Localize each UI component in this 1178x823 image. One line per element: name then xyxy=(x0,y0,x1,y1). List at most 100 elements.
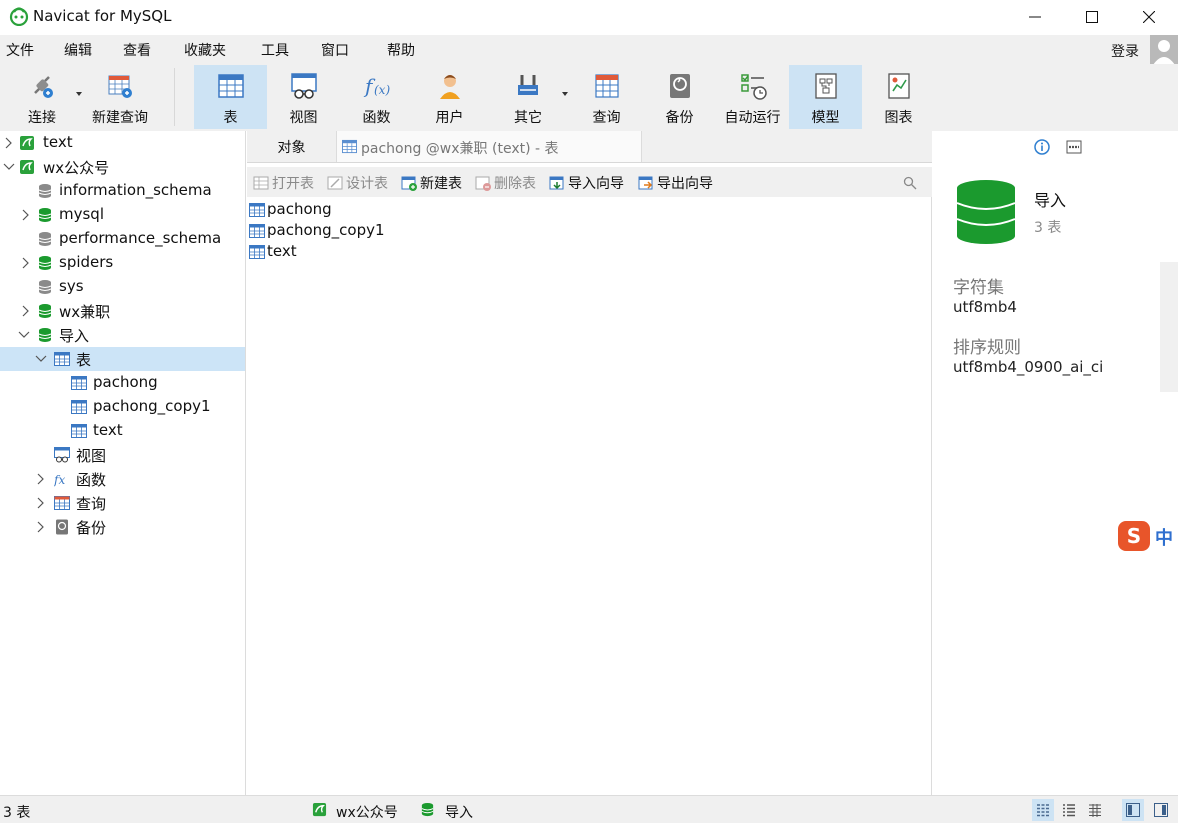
info-table-count: 3 表 xyxy=(1034,220,1062,236)
database-green-icon xyxy=(38,304,52,318)
charset-value: utf8mb4 xyxy=(953,298,1017,316)
tree-db-information-schema[interactable]: information_schema xyxy=(0,179,245,203)
chevron-right-icon[interactable] xyxy=(34,472,48,486)
tree-node-functions[interactable]: fx 函数 xyxy=(0,467,245,491)
login-link[interactable]: 登录 xyxy=(1111,41,1139,61)
other-dropdown-caret[interactable] xyxy=(562,92,568,96)
toggle-info-pane-button[interactable] xyxy=(1150,799,1172,821)
view-button[interactable]: 视图 xyxy=(267,65,340,129)
title-bar: Navicat for MySQL xyxy=(0,0,1178,33)
tree-db-sys[interactable]: sys xyxy=(0,275,245,299)
tree-table-text[interactable]: text xyxy=(0,419,245,443)
connect-button[interactable]: 连接 xyxy=(14,65,70,129)
function-button[interactable]: f (x) 函数 xyxy=(340,65,413,129)
tree-db-import[interactable]: 导入 xyxy=(0,323,245,347)
chevron-right-icon[interactable] xyxy=(19,208,33,222)
main-toolbar: 连接 新建查询 表 视图 f (x) 函数 用户 其它 查询 备份 自动运行 模… xyxy=(0,64,1178,131)
chevron-right-icon[interactable] xyxy=(34,520,48,534)
chevron-right-icon[interactable] xyxy=(19,304,33,318)
detail-view-button[interactable] xyxy=(1084,799,1106,821)
tree-connection-text[interactable]: text xyxy=(0,131,245,155)
info-icon[interactable] xyxy=(1034,139,1050,155)
tab-table-pachong[interactable]: pachong @wx兼职 (text) - 表 xyxy=(336,131,642,162)
query-icon xyxy=(54,496,70,510)
database-gray-icon xyxy=(38,280,52,294)
ime-indicator[interactable]: S 中 xyxy=(1117,519,1178,553)
menu-edit[interactable]: 编辑 xyxy=(64,40,92,60)
other-button[interactable]: 其它 xyxy=(496,65,560,129)
delete-table-icon xyxy=(475,176,491,191)
left-pane-icon xyxy=(1126,803,1140,817)
open-table-button[interactable]: 打开表 xyxy=(253,173,314,193)
model-button[interactable]: 模型 xyxy=(789,65,862,129)
menu-file[interactable]: 文件 xyxy=(6,40,34,60)
new-query-button[interactable]: 新建查询 xyxy=(86,65,154,129)
tree-node-queries[interactable]: 查询 xyxy=(0,491,245,515)
info-scrollbar[interactable] xyxy=(1160,262,1178,392)
design-table-label: 设计表 xyxy=(346,176,388,192)
close-icon xyxy=(1143,10,1155,23)
database-gray-icon xyxy=(38,184,52,198)
tree-node-views[interactable]: 视图 xyxy=(0,443,245,467)
chevron-down-icon[interactable] xyxy=(17,328,31,342)
tree-node-backups[interactable]: 备份 xyxy=(0,515,245,539)
table-label: 表 xyxy=(223,110,238,126)
open-table-label: 打开表 xyxy=(272,176,314,192)
user-label: 用户 xyxy=(435,110,464,126)
tree-node-tables[interactable]: 表 xyxy=(0,347,245,371)
chevron-down-icon[interactable] xyxy=(34,352,48,366)
new-table-button[interactable]: 新建表 xyxy=(401,173,462,193)
menu-window[interactable]: 窗口 xyxy=(321,40,349,60)
chart-label: 图表 xyxy=(884,110,913,126)
menu-help[interactable]: 帮助 xyxy=(387,40,415,60)
design-table-button[interactable]: 设计表 xyxy=(327,173,388,193)
tree-db-mysql[interactable]: mysql xyxy=(0,203,245,227)
chevron-down-icon[interactable] xyxy=(2,160,16,174)
list-view-button[interactable] xyxy=(1058,799,1080,821)
navigation-tree: text wx公众号 information_schema mysql perf… xyxy=(0,131,246,795)
database-green-icon xyxy=(421,802,434,817)
minimize-button[interactable] xyxy=(1006,0,1064,33)
tree-db-wx-jianzhi[interactable]: wx兼职 xyxy=(0,299,245,323)
tree-table-pachong[interactable]: pachong xyxy=(0,371,245,395)
menu-favorites[interactable]: 收藏夹 xyxy=(184,40,226,60)
import-wizard-button[interactable]: 导入向导 xyxy=(549,173,624,193)
export-wizard-label: 导出向导 xyxy=(657,176,713,192)
avatar[interactable] xyxy=(1150,35,1178,65)
search-icon[interactable] xyxy=(903,176,917,190)
tree-label: spiders xyxy=(59,253,114,271)
chevron-right-icon[interactable] xyxy=(34,496,48,510)
table-button[interactable]: 表 xyxy=(194,65,267,129)
tree-table-pachong-copy1[interactable]: pachong_copy1 xyxy=(0,395,245,419)
query-button[interactable]: 查询 xyxy=(570,65,643,129)
user-silhouette-icon xyxy=(1153,40,1175,65)
connect-label: 连接 xyxy=(28,110,56,126)
toggle-nav-pane-button[interactable] xyxy=(1122,799,1144,821)
grid-view-button[interactable] xyxy=(1032,799,1054,821)
ddl-icon[interactable] xyxy=(1066,139,1082,155)
table-icon xyxy=(71,376,87,390)
tab-objects[interactable]: 对象 xyxy=(247,131,336,162)
tree-connection-wx[interactable]: wx公众号 xyxy=(0,155,245,179)
backup-icon xyxy=(669,74,690,98)
user-button[interactable]: 用户 xyxy=(413,65,486,129)
connect-dropdown-caret[interactable] xyxy=(76,92,82,96)
chart-button[interactable]: 图表 xyxy=(862,65,935,129)
chart-icon xyxy=(887,73,910,99)
menu-view[interactable]: 查看 xyxy=(123,40,151,60)
chevron-right-icon[interactable] xyxy=(19,256,33,270)
tree-db-spiders[interactable]: spiders xyxy=(0,251,245,275)
menu-tools[interactable]: 工具 xyxy=(261,40,289,60)
new-table-icon xyxy=(401,176,417,191)
delete-table-button[interactable]: 删除表 xyxy=(475,173,536,193)
tree-db-performance-schema[interactable]: performance_schema xyxy=(0,227,245,251)
chevron-right-icon[interactable] xyxy=(2,136,16,150)
automation-button[interactable]: 自动运行 xyxy=(716,65,789,129)
toolbar-separator xyxy=(174,68,175,126)
maximize-button[interactable] xyxy=(1063,0,1121,33)
tree-label: 视图 xyxy=(76,447,107,465)
table-icon xyxy=(249,245,265,259)
close-button[interactable] xyxy=(1120,0,1178,33)
backup-button[interactable]: 备份 xyxy=(643,65,716,129)
export-wizard-button[interactable]: 导出向导 xyxy=(638,173,713,193)
